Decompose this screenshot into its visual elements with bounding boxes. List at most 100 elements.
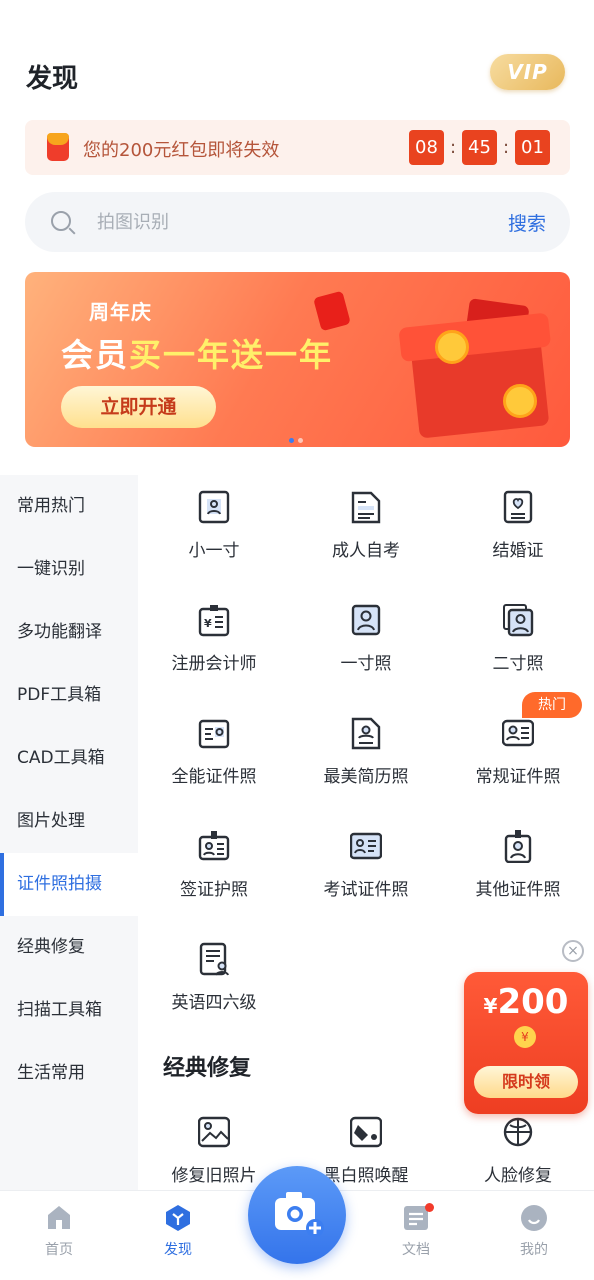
profile-icon [521, 1205, 547, 1231]
nav-label: 首页 [45, 1242, 73, 1258]
all-purpose-id-icon [198, 719, 230, 749]
tool-resume-photo[interactable]: 最美简历照 [290, 704, 442, 804]
timer-minutes: 45 [462, 130, 497, 165]
sidebar-item-hot[interactable]: 常用热门 [0, 475, 138, 538]
double-portrait-icon [503, 604, 534, 637]
sidebar-item-image[interactable]: 图片处理 [0, 790, 138, 853]
old-photo-icon [198, 1116, 230, 1148]
accountant-badge-icon: ¥ [198, 605, 230, 637]
promo-banner[interactable]: 周年庆 会员买一年送一年 立即开通 [25, 272, 570, 447]
banner-title-highlight: 买一年送一年 [129, 336, 334, 374]
tool-label: 英语四六级 [171, 993, 257, 1013]
search-input[interactable] [97, 208, 437, 236]
tool-label: 签证护照 [180, 880, 248, 900]
red-packet-promo[interactable]: 您的200元红包即将失效 08 : 45 : 01 [25, 120, 570, 175]
vip-button[interactable]: VIP [490, 54, 565, 90]
tool-label: 常规证件照 [475, 767, 561, 787]
carousel-dot[interactable] [289, 438, 294, 443]
id-card-icon [502, 719, 534, 747]
visa-badge-icon [198, 831, 230, 861]
sidebar-item-restore[interactable]: 经典修复 [0, 916, 138, 979]
page-title: 发现 [26, 64, 79, 94]
home-icon [48, 1206, 70, 1229]
promo-text: 您的200元红包即将失效 [83, 140, 280, 161]
nav-profile[interactable]: 我的 [494, 1203, 574, 1259]
camera-icon [275, 1192, 324, 1237]
tool-cpa[interactable]: ¥ 注册会计师 [138, 591, 290, 691]
nav-documents[interactable]: 文档 [376, 1203, 456, 1259]
tool-label: 全能证件照 [171, 767, 257, 787]
header: 发现 VIP [0, 40, 594, 110]
section-title: 经典修复 [163, 1056, 252, 1081]
timer-seconds: 01 [515, 130, 550, 165]
tool-visa-passport[interactable]: 签证护照 [138, 817, 290, 917]
tool-label: 结婚证 [492, 541, 544, 561]
exam-id-icon [350, 832, 382, 860]
timer-hours: 08 [409, 130, 444, 165]
hot-badge: 热门 [522, 692, 582, 718]
search-button[interactable]: 搜索 [508, 209, 546, 236]
red-packet-icon [47, 133, 69, 161]
tool-label: 人脸修复 [484, 1166, 552, 1186]
sidebar-item-pdf[interactable]: PDF工具箱 [0, 664, 138, 727]
tool-face-repair[interactable]: 人脸修复 [442, 1103, 594, 1203]
tool-regular-id-photo[interactable]: 常规证件照 [442, 704, 594, 804]
amount-value: 200 [497, 982, 569, 1022]
exam-document-icon [351, 491, 381, 524]
tool-all-purpose-id[interactable]: 全能证件照 [138, 704, 290, 804]
red-envelope-icon [313, 290, 351, 332]
tool-exam-id-photo[interactable]: 考试证件照 [290, 817, 442, 917]
tool-small-one-inch[interactable]: 小一寸 [138, 478, 290, 578]
nav-label: 文档 [402, 1242, 430, 1258]
nav-discover[interactable]: 发现 [138, 1203, 218, 1259]
close-icon[interactable]: × [562, 940, 584, 962]
search-icon [51, 211, 71, 231]
category-sidebar: 常用热门 一键识别 多功能翻译 PDF工具箱 CAD工具箱 图片处理 证件照拍摄… [0, 475, 138, 1191]
tool-marriage-cert[interactable]: 结婚证 [442, 478, 594, 578]
banner-title: 会员买一年送一年 [61, 330, 333, 376]
banner-subtitle: 周年庆 [89, 300, 152, 324]
tool-label: 二寸照 [492, 654, 544, 674]
timer-separator: : [449, 137, 457, 158]
tool-adult-exam[interactable]: 成人自考 [290, 478, 442, 578]
sidebar-item-scan[interactable]: 扫描工具箱 [0, 979, 138, 1042]
floating-red-packet[interactable]: ¥200 ¥ 限时领 [464, 972, 588, 1114]
timer-separator: : [502, 137, 510, 158]
tool-other-id-photo[interactable]: 其他证件照 [442, 817, 594, 917]
camera-button[interactable] [248, 1166, 346, 1264]
sidebar-item-id-photo[interactable]: 证件照拍摄 [0, 853, 138, 916]
nav-home[interactable]: 首页 [19, 1203, 99, 1259]
currency-symbol: ¥ [483, 994, 498, 1018]
discover-icon [166, 1205, 190, 1231]
resume-icon [351, 717, 381, 750]
marriage-certificate-icon [503, 490, 533, 524]
sidebar-item-cad[interactable]: CAD工具箱 [0, 727, 138, 790]
carousel-indicator [289, 438, 303, 443]
countdown-timer: 08 : 45 : 01 [409, 130, 550, 165]
coin-icon [503, 384, 537, 418]
notification-dot [425, 1203, 434, 1212]
other-badge-icon [504, 830, 532, 863]
tool-label: 最美简历照 [323, 767, 409, 787]
face-repair-icon [503, 1117, 533, 1147]
claim-button[interactable]: 限时领 [474, 1066, 578, 1098]
banner-title-part: 会员 [61, 336, 130, 374]
tool-cet[interactable]: 英语四六级 [138, 930, 290, 1030]
id-photo-icon [198, 490, 230, 524]
nav-label: 发现 [164, 1242, 192, 1258]
sidebar-item-life[interactable]: 生活常用 [0, 1042, 138, 1105]
tool-label: 其他证件照 [475, 880, 561, 900]
tool-one-inch[interactable]: 一寸照 [290, 591, 442, 691]
sidebar-item-translate[interactable]: 多功能翻译 [0, 601, 138, 664]
tool-label: 考试证件照 [323, 880, 409, 900]
english-exam-icon [199, 942, 229, 976]
carousel-dot[interactable] [298, 438, 303, 443]
tool-label: 成人自考 [332, 541, 400, 561]
sidebar-item-recognize[interactable]: 一键识别 [0, 538, 138, 601]
tool-two-inch[interactable]: 二寸照 [442, 591, 594, 691]
packet-amount: ¥200 [464, 982, 588, 1022]
coin-icon [435, 330, 469, 364]
coin-seal-icon: ¥ [514, 1026, 536, 1048]
banner-cta-button[interactable]: 立即开通 [61, 386, 216, 428]
colorize-icon [350, 1116, 382, 1148]
